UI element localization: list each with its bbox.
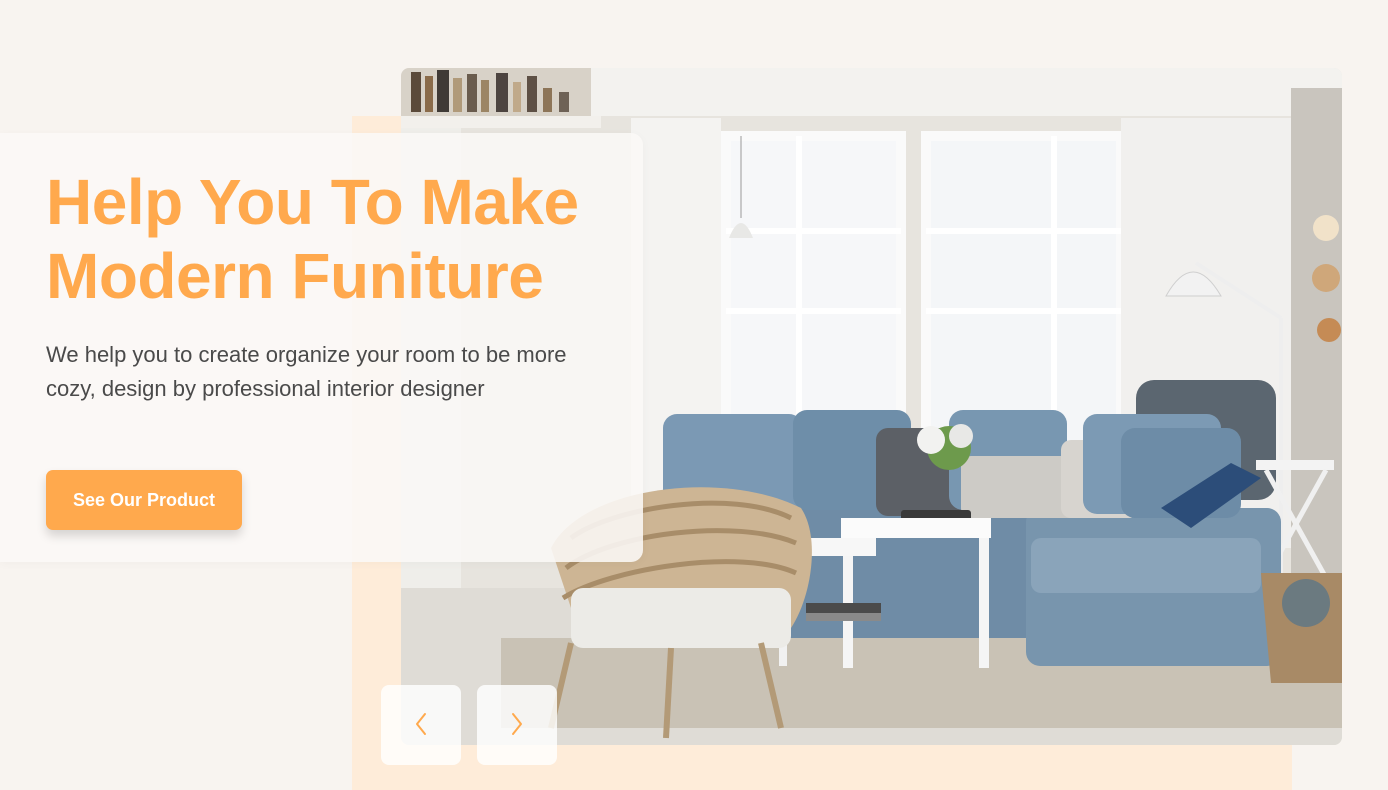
hero-title-line-2: Modern Funiture — [46, 240, 544, 312]
carousel-prev-button[interactable] — [381, 685, 461, 765]
chevron-left-icon — [414, 712, 428, 739]
hero-description: We help you to create organize your room… — [46, 342, 567, 401]
hero-title-line-1: Help You To Make — [46, 166, 579, 238]
carousel-next-button[interactable] — [477, 685, 557, 765]
chevron-right-icon — [510, 712, 524, 739]
see-our-product-button[interactable]: See Our Product — [46, 470, 242, 530]
hero-title: Help You To Make Modern Funiture — [46, 165, 616, 313]
